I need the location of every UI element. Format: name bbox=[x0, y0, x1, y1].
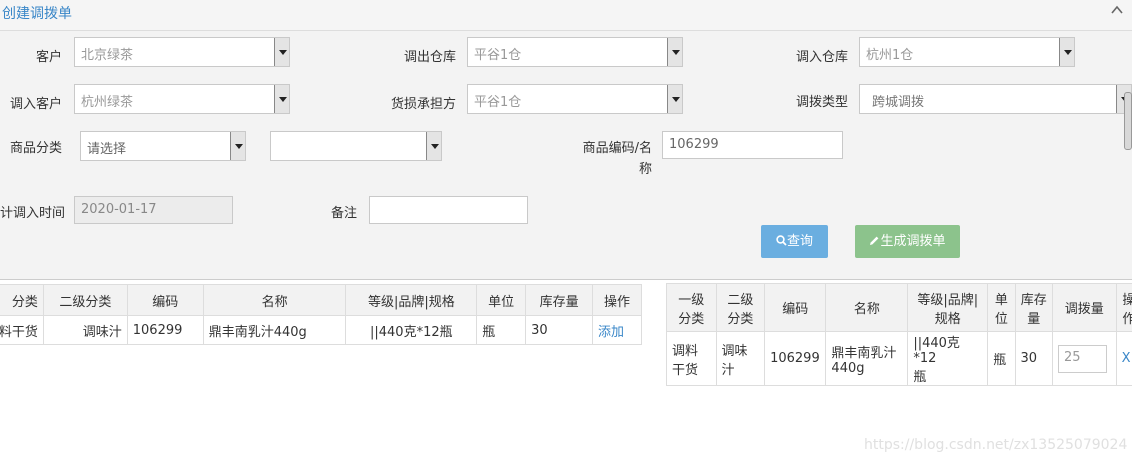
add-link[interactable]: 添加 bbox=[592, 315, 642, 345]
table-row: 调料 干货 调味汁 106299 鼎丰南乳汁 440g ||440克*12 瓶 瓶 3… bbox=[666, 331, 1132, 386]
table-row: 料干货 调味汁 106299 鼎丰南乳汁440g ||440克*12瓶 瓶 30… bbox=[0, 315, 642, 345]
col-header: 名称 bbox=[825, 283, 909, 332]
search-icon bbox=[776, 235, 787, 246]
cell-spec: ||440克*12瓶 bbox=[345, 315, 478, 345]
dropdown-arrow-icon[interactable] bbox=[1059, 38, 1074, 66]
query-button-label: 查询 bbox=[786, 234, 813, 249]
remark-input[interactable] bbox=[369, 196, 528, 224]
code-name-label: 商品编码/名 bbox=[582, 141, 652, 156]
in-customer-select-value: 杭州绿茶 bbox=[81, 95, 134, 110]
customer-label: 客户 bbox=[35, 50, 62, 65]
dropdown-arrow-icon[interactable] bbox=[274, 85, 289, 113]
in-customer-label: 调入客户 bbox=[9, 97, 62, 112]
cell-stock: 30 bbox=[525, 315, 594, 345]
plan-time-label: 计调入时间 bbox=[0, 206, 66, 221]
customer-select[interactable]: 北京绿茶 bbox=[74, 37, 290, 67]
cell-name: 鼎丰南乳汁440g bbox=[825, 331, 909, 386]
col-header: 调拨量 bbox=[1051, 283, 1117, 332]
in-customer-select[interactable]: 杭州绿茶 bbox=[74, 84, 290, 114]
col-header: 编码 bbox=[764, 283, 827, 332]
col-header: 名称 bbox=[202, 284, 347, 316]
dropdown-arrow-icon[interactable] bbox=[667, 85, 682, 113]
cell-unit: 瓶 bbox=[476, 315, 527, 345]
scrollbar-thumb[interactable] bbox=[1124, 92, 1132, 150]
cell-stock: 30 bbox=[1014, 331, 1053, 386]
in-warehouse-label: 调入仓库 bbox=[795, 50, 848, 65]
category-select[interactable]: 请选择 bbox=[80, 131, 246, 161]
col-header: 一级 分类 bbox=[666, 283, 717, 332]
panel-title: 创建调拨单 bbox=[2, 6, 72, 22]
dropdown-arrow-icon[interactable] bbox=[426, 132, 441, 160]
col-header: 库存量 bbox=[1014, 283, 1053, 332]
loss-bearer-select[interactable]: 平谷1仓 bbox=[467, 84, 683, 114]
generate-button-label: 生成调拨单 bbox=[880, 234, 946, 249]
col-header: 编码 bbox=[126, 284, 204, 316]
in-warehouse-select-value: 杭州1仓 bbox=[866, 48, 914, 63]
cell-name: 鼎丰南乳汁440g bbox=[202, 315, 347, 345]
in-warehouse-select[interactable]: 杭州1仓 bbox=[859, 37, 1075, 67]
transfer-type-select-value: 跨城调拨 bbox=[872, 95, 925, 110]
col-header: 等级|品牌|规格 bbox=[345, 284, 478, 316]
generate-transfer-button[interactable]: 生成调拨单 bbox=[855, 225, 960, 258]
cell-cat2: 调味汁 bbox=[715, 331, 766, 386]
transfer-table: 一级 分类 二级 分类 编码 名称 等级|品牌| 规格 单位 库存量 调拨量 操作 调… bbox=[666, 283, 1132, 386]
transfer-type-select[interactable]: 跨城调拨 bbox=[859, 84, 1132, 114]
dropdown-arrow-icon[interactable] bbox=[230, 132, 245, 160]
table-header-row: 分类 二级分类 编码 名称 等级|品牌|规格 单位 库存量 操作 bbox=[0, 284, 642, 316]
cell-code: 106299 bbox=[126, 315, 204, 345]
chevron-up-icon[interactable] bbox=[1110, 2, 1124, 21]
col-header: 单位 bbox=[987, 283, 1016, 332]
cell-cat2: 调味汁 bbox=[42, 315, 128, 345]
col-header: 操作 bbox=[592, 284, 642, 316]
cell-cat1: 调料 干货 bbox=[666, 331, 717, 386]
col-header: 等级|品牌|规格 bbox=[907, 283, 989, 332]
sub-category-select[interactable] bbox=[270, 131, 442, 161]
col-header: 库存量 bbox=[525, 284, 594, 316]
cell-unit: 瓶 bbox=[987, 331, 1016, 386]
loss-bearer-select-value: 平谷1仓 bbox=[474, 95, 522, 110]
remark-label: 备注 bbox=[330, 206, 357, 221]
code-name-input[interactable]: 106299 bbox=[662, 131, 843, 159]
category-select-value: 请选择 bbox=[87, 142, 127, 157]
code-name-label-line2: 称 bbox=[638, 162, 652, 177]
cell-spec: ||440克*12瓶 bbox=[907, 331, 989, 386]
remove-link[interactable]: X bbox=[1115, 331, 1132, 386]
col-header: 单位 bbox=[476, 284, 527, 316]
out-warehouse-select-value: 平谷1仓 bbox=[474, 48, 522, 63]
dropdown-arrow-icon[interactable] bbox=[274, 38, 289, 66]
loss-bearer-label: 货损承担方 bbox=[390, 97, 456, 112]
out-warehouse-select[interactable]: 平谷1仓 bbox=[467, 37, 683, 67]
category-label: 商品分类 bbox=[9, 141, 62, 156]
cell-code: 106299 bbox=[764, 331, 827, 386]
pencil-icon bbox=[870, 236, 879, 245]
quantity-input[interactable]: 25 bbox=[1057, 344, 1107, 373]
dropdown-arrow-icon[interactable] bbox=[667, 38, 682, 66]
cell-cat1: 料干货 bbox=[0, 315, 44, 345]
col-header: 操作 bbox=[1115, 283, 1132, 332]
query-button[interactable]: 查询 bbox=[761, 225, 828, 258]
transfer-type-label: 调拨类型 bbox=[795, 95, 848, 110]
col-header: 分类 bbox=[0, 284, 44, 316]
panel-header: 创建调拨单 bbox=[0, 0, 1132, 31]
out-warehouse-label: 调出仓库 bbox=[403, 50, 456, 65]
cell-qty: 25 bbox=[1051, 331, 1117, 386]
col-header: 二级分类 bbox=[715, 283, 766, 332]
table-header-row: 一级 分类 二级 分类 编码 名称 等级|品牌| 规格 单位 库存量 调拨量 操作 bbox=[666, 283, 1132, 332]
watermark: https://blog.csdn.net/zx13525079024 bbox=[864, 437, 1128, 453]
plan-time-input[interactable]: 2020-01-17 bbox=[74, 196, 233, 224]
product-table: 分类 二级分类 编码 名称 等级|品牌|规格 单位 库存量 操作 料干货 调味汁… bbox=[0, 284, 642, 345]
col-header: 二级分类 bbox=[42, 284, 128, 316]
customer-select-value: 北京绿茶 bbox=[81, 48, 134, 63]
